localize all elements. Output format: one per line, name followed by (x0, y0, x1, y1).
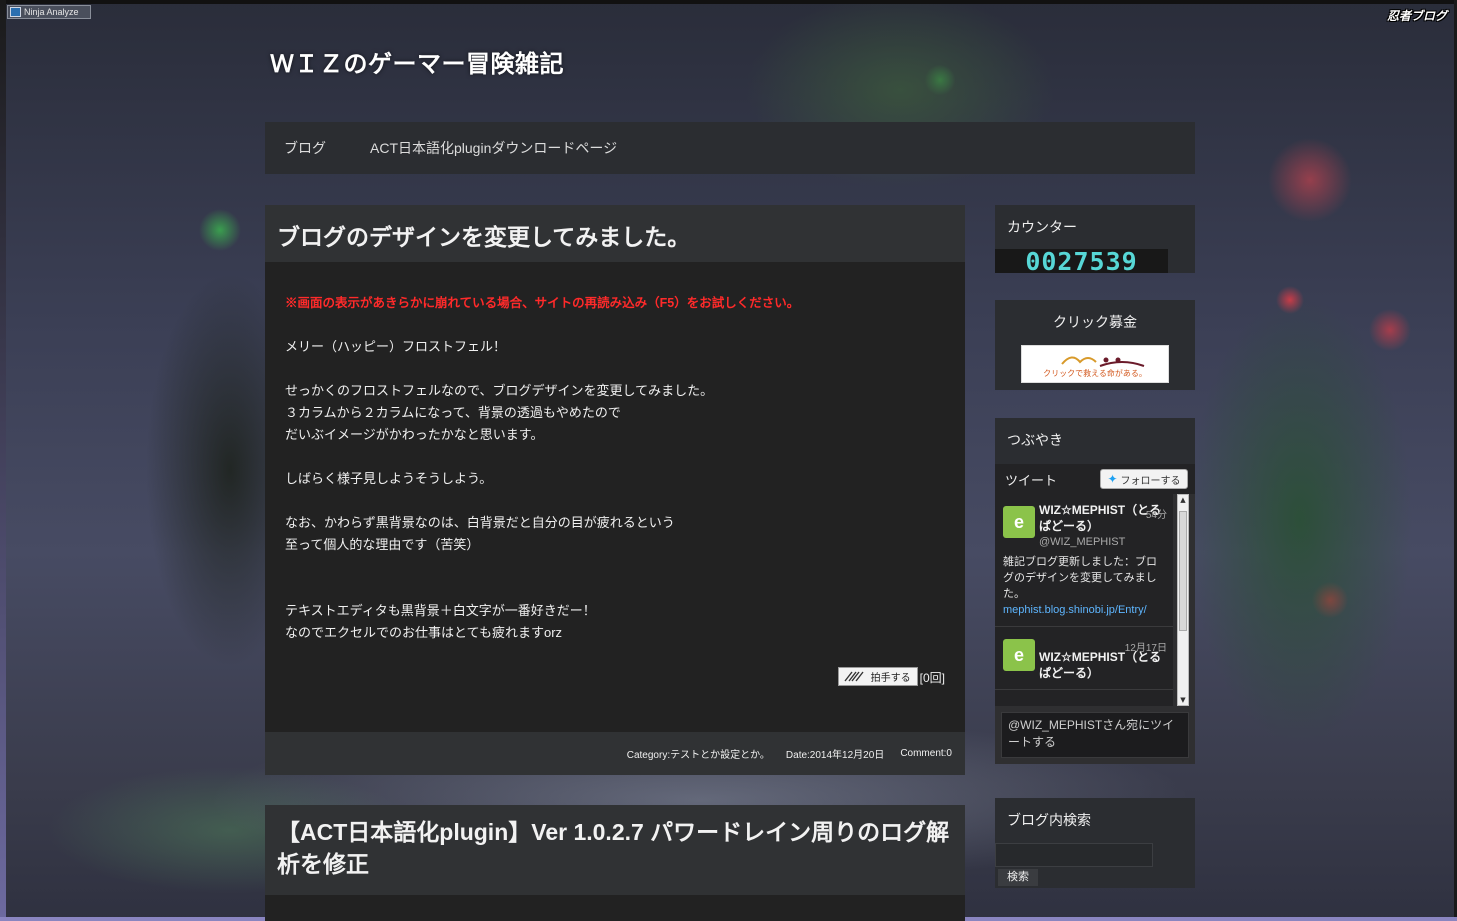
post-date: Date:2014年12月20日 (785, 750, 885, 761)
post-line (285, 358, 945, 380)
post-body: ※画面の表示があきらかに崩れている場合、サイトの再読み込み（F5）をお試しくださ… (265, 262, 965, 644)
post-line: テキストエディタも黒背景＋白文字が一番好きだー！ (285, 603, 596, 618)
post-line: ３カラムから２カラムになって、背景の透過もやめたので (285, 405, 621, 420)
tweets-title: つぶやき (1007, 432, 1063, 448)
scroll-down-icon[interactable]: ▼ (1179, 696, 1187, 704)
post-title[interactable]: 【ACT日本語化plugin】Ver 1.0.2.7 パワードレイン周りのログ解… (265, 805, 965, 895)
global-nav: ブログ ACT日本語化pluginダウンロードページ (265, 122, 1195, 174)
timeline-label: ツイート (1005, 472, 1058, 488)
post-line: しばらく様子見しようそうしよう。 (285, 471, 493, 486)
clap-count[interactable]: [0回] (920, 669, 945, 686)
counter-widget: カウンター 0027539 (995, 205, 1195, 276)
post-line (285, 490, 945, 512)
tweet-item[interactable]: e 54分 WIZ☆MEPHIST（とるぱどーる） @WIZ_MEPHIST 雑… (995, 494, 1173, 627)
nav-item-plugin-download[interactable]: ACT日本語化pluginダウンロードページ (370, 138, 617, 158)
donate-title: クリック募金 (1053, 314, 1137, 330)
follow-button[interactable]: ✦ フォローする (1100, 469, 1188, 489)
ninja-analyze-label: Ninja Analyze (24, 7, 79, 17)
tweet-list[interactable]: e 54分 WIZ☆MEPHIST（とるぱどーる） @WIZ_MEPHIST 雑… (995, 494, 1173, 706)
tweet-text: 雑記ブログ更新しました：ブログのデザインを変更してみました。 (1003, 556, 1157, 600)
follow-label: フォローする (1120, 475, 1181, 487)
window-frame-top (0, 0, 1457, 4)
post-category[interactable]: Category:テストとか設定とか。 (627, 746, 770, 761)
timeline-header: ツイート ✦ フォローする (995, 464, 1195, 494)
nav-item-blog[interactable]: ブログ (284, 138, 326, 158)
post-notice: ※画面の表示があきらかに崩れている場合、サイトの再読み込み（F5）をお試しくださ… (285, 296, 800, 310)
post-line: なお、かわらず黒背景なのは、白背景だと自分の目が疲れるという (285, 515, 675, 530)
scroll-up-icon[interactable]: ▲ (1179, 496, 1187, 504)
clap-button[interactable]: 拍手する (837, 667, 918, 686)
search-input[interactable] (995, 843, 1153, 867)
post-comment-count[interactable]: Comment:0 (900, 748, 952, 759)
ninja-analyze-icon (10, 7, 21, 17)
tweet-scrollbar[interactable]: ▲ ▼ (1177, 494, 1189, 706)
clap-label: 拍手する (870, 673, 911, 684)
post-line (285, 314, 945, 336)
post-line: だいぶイメージがかわったかなと思います。 (285, 427, 544, 442)
avatar[interactable]: e (1003, 506, 1035, 538)
post-line: せっかくのフロストフェルなので、ブログデザインを変更してみました。 (285, 383, 714, 398)
tweet-compose-box[interactable]: @WIZ_MEPHISTさん宛にツイートする (1001, 712, 1189, 758)
search-title: ブログ内検索 (1007, 812, 1091, 828)
tweet-time[interactable]: 54分 (1146, 506, 1167, 521)
clap-icon (844, 671, 864, 682)
scroll-thumb[interactable] (1179, 511, 1187, 631)
visitor-counter: 0027539 (995, 247, 1168, 276)
tweet-link[interactable]: mephist.blog.shinobi.jp/Entry/ (1003, 602, 1167, 618)
site-title[interactable]: ＷＩＺのゲーマー冒険雑記 (270, 44, 564, 79)
shinobi-blog-logo[interactable]: 忍者ブログ (1387, 7, 1447, 24)
post-line: なのでエクセルでのお仕事はとても疲れますorz (285, 625, 563, 640)
clap-area: 拍手する [0回] (837, 667, 945, 686)
twitter-timeline: ツイート ✦ フォローする e 54分 WIZ☆MEPHIST（とるぱどーる） … (995, 464, 1195, 764)
click-donate-widget: クリック募金 クリックで救える命がある。 (995, 300, 1195, 390)
post-line: メリー（ハッピー）フロストフェル！ (285, 339, 507, 354)
blog-post: ブログのデザインを変更してみました。 ※画面の表示があきらかに崩れている場合、サ… (265, 205, 965, 775)
donate-banner[interactable]: クリックで救える命がある。 (1021, 345, 1169, 383)
ninja-analyze-badge[interactable]: Ninja Analyze (7, 5, 91, 19)
post-line: 至って個人的な理由です（苦笑） (285, 537, 480, 552)
tweets-widget: つぶやき ツイート ✦ フォローする e 54分 WIZ☆MEPHIST（とるぱ… (995, 418, 1195, 764)
post-line (285, 556, 945, 578)
tweet-handle[interactable]: @WIZ_MEPHIST (1039, 534, 1167, 550)
search-button[interactable]: 検索 (998, 869, 1038, 886)
donate-banner-text: クリックで救える命がある。 (1043, 369, 1147, 378)
tweet-time[interactable]: 12月17日 (1125, 639, 1167, 654)
post-line (285, 446, 945, 468)
twitter-bird-icon: ✦ (1107, 472, 1118, 486)
window-frame-left (0, 0, 6, 921)
avatar[interactable]: e (1003, 639, 1035, 671)
post-line (285, 578, 945, 600)
post-meta: Category:テストとか設定とか。 Date:2014年12月20日 Com… (265, 732, 965, 775)
counter-title: カウンター (1007, 219, 1077, 235)
blog-post: 【ACT日本語化plugin】Ver 1.0.2.7 パワードレイン周りのログ解… (265, 805, 965, 921)
blog-search-widget: ブログ内検索 検索 (995, 798, 1195, 888)
post-title[interactable]: ブログのデザインを変更してみました。 (265, 205, 965, 262)
tweet-item[interactable]: e 12月17日 WIZ☆MEPHIST（とるぱどーる） (995, 627, 1173, 690)
